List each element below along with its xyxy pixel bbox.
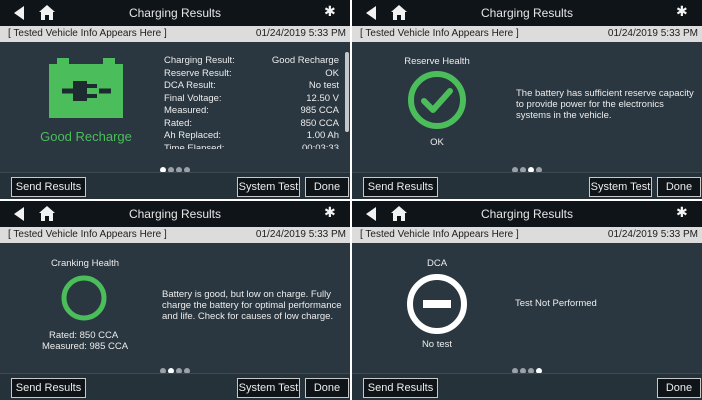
datetime: 01/24/2019 5:33 PM	[607, 229, 698, 240]
bluetooth-icon: ✱	[676, 204, 688, 220]
send-results-button[interactable]: Send Results	[363, 378, 438, 398]
result-value: 1.00 Ah	[306, 130, 339, 141]
status-value: OK	[430, 137, 444, 148]
done-button[interactable]: Done	[305, 378, 349, 398]
status-value: No test	[421, 339, 453, 350]
system-test-button[interactable]: System Test	[237, 177, 300, 197]
datetime: 01/24/2019 5:33 PM	[607, 28, 698, 39]
bluetooth-icon: ✱	[676, 3, 688, 19]
result-value: Good Recharge	[271, 55, 339, 66]
bluetooth-icon: ✱	[324, 204, 336, 220]
top-bar: Charging Results ✱	[0, 201, 350, 227]
result-row: Rated: 850 CCA	[164, 118, 339, 131]
charging-results-screen-2: Charging Results ✱ [ Tested Vehicle Info…	[352, 0, 702, 199]
result-label: Time Elapsed:	[164, 142, 225, 150]
done-button[interactable]: Done	[305, 177, 349, 197]
status-message: Test Not Performed	[515, 298, 597, 309]
section-title: Reserve Health	[404, 56, 470, 67]
vehicle-info: [ Tested Vehicle Info Appears Here ]	[360, 28, 519, 39]
page-title: Charging Results	[480, 6, 574, 20]
result-label: Ah Replaced:	[164, 130, 222, 141]
send-results-button[interactable]: Send Results	[11, 177, 86, 197]
result-label: Rated:	[164, 117, 192, 129]
result-label: Reserve Result:	[164, 67, 232, 79]
send-results-button[interactable]: Send Results	[11, 378, 86, 398]
result-value: 00:03:33	[302, 142, 339, 150]
vehicle-info-bar: [ Tested Vehicle Info Appears Here ] 01/…	[0, 26, 350, 42]
page-title: Charging Results	[128, 6, 222, 20]
result-row: DCA Result: No test	[164, 80, 339, 93]
datetime: 01/24/2019 5:33 PM	[255, 28, 346, 39]
top-bar: Charging Results ✱	[352, 0, 702, 26]
results-list: Charging Result: Good Recharge Reserve Res…	[164, 55, 339, 149]
done-button[interactable]: Done	[657, 177, 701, 197]
result-label: Charging Result:	[164, 55, 235, 66]
status-message: The battery has sufficient reserve capac…	[516, 88, 694, 121]
result-value: 12.50 V	[306, 92, 339, 104]
done-button[interactable]: Done	[657, 378, 701, 398]
result-label: DCA Result:	[164, 80, 216, 91]
system-test-button[interactable]: System Test	[589, 177, 652, 197]
top-bar: Charging Results ✱	[352, 201, 702, 227]
vehicle-info-bar: [ Tested Vehicle Info Appears Here ] 01/…	[352, 227, 702, 243]
vehicle-info-bar: [ Tested Vehicle Info Appears Here ] 01/…	[0, 227, 350, 243]
result-row: Charging Result: Good Recharge	[164, 55, 339, 68]
vehicle-info: [ Tested Vehicle Info Appears Here ]	[8, 28, 167, 39]
top-bar: Charging Results ✱	[0, 0, 350, 26]
vehicle-info-bar: [ Tested Vehicle Info Appears Here ] 01/…	[352, 26, 702, 42]
minus-circle-icon	[407, 274, 467, 334]
system-test-button[interactable]: System Test	[237, 378, 300, 398]
datetime: 01/24/2019 5:33 PM	[255, 229, 346, 240]
footer-bar: Send Results System Test Done	[0, 373, 350, 400]
result-row: Reserve Result: OK	[164, 68, 339, 81]
section-title: Cranking Health	[50, 258, 120, 269]
measured-value: Measured: 985 CCA	[42, 341, 129, 352]
send-results-button[interactable]: Send Results	[363, 177, 438, 197]
status-message: Battery is good, but low on charge. Full…	[162, 289, 342, 322]
page-title: Charging Results	[128, 207, 222, 221]
result-label: Final Voltage:	[164, 92, 222, 104]
vehicle-info: [ Tested Vehicle Info Appears Here ]	[8, 229, 167, 240]
cranking-circle-icon	[61, 275, 107, 321]
rated-value: Rated: 850 CCA	[49, 330, 119, 341]
section-title: DCA	[426, 258, 448, 269]
result-row: Final Voltage: 12.50 V	[164, 93, 339, 106]
scrollbar[interactable]	[345, 52, 349, 132]
footer-bar: Send Results Done	[352, 373, 702, 400]
vehicle-info: [ Tested Vehicle Info Appears Here ]	[360, 229, 519, 240]
check-circle-icon	[408, 71, 466, 129]
footer-bar: Send Results System Test Done	[352, 172, 702, 199]
charging-results-screen-3: Charging Results ✱ [ Tested Vehicle Info…	[0, 201, 350, 400]
result-row: Measured: 985 CCA	[164, 105, 339, 118]
bluetooth-icon: ✱	[324, 3, 336, 19]
charging-results-screen-4: Charging Results ✱ [ Tested Vehicle Info…	[352, 201, 702, 400]
charging-results-screen-1: Charging Results ✱ [ Tested Vehicle Info…	[0, 0, 350, 199]
result-label: Measured:	[164, 105, 209, 116]
page-title: Charging Results	[480, 207, 574, 221]
results-scroll-area[interactable]: Charging Result: Good Recharge Reserve Res…	[0, 44, 350, 149]
footer-bar: Send Results System Test Done	[0, 172, 350, 199]
result-value: 985 CCA	[300, 105, 339, 116]
result-row: Time Elapsed: 00:03:33	[164, 143, 339, 150]
result-value: OK	[325, 67, 339, 79]
result-value: No test	[308, 80, 339, 91]
result-row: Ah Replaced: 1.00 Ah	[164, 130, 339, 143]
result-value: 850 CCA	[300, 117, 339, 129]
